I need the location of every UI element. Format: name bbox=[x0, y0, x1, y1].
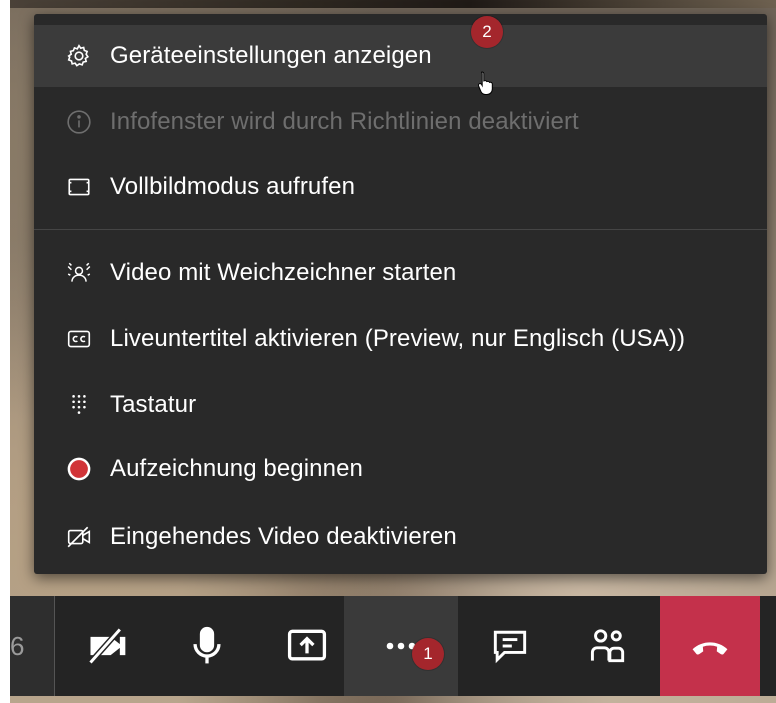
menu-item-info-pane: Infofenster wird durch Richtlinien deakt… bbox=[34, 91, 767, 153]
menu-item-label: Tastatur bbox=[110, 391, 197, 418]
menu-item-label: Eingehendes Video deaktivieren bbox=[110, 523, 457, 550]
menu-item-label: Aufzeichnung beginnen bbox=[110, 455, 363, 482]
camera-toggle-button[interactable] bbox=[57, 596, 157, 696]
more-options-menu: Geräteeinstellungen anzeigen Infofenster… bbox=[34, 14, 767, 574]
chat-icon bbox=[493, 630, 527, 664]
menu-item-turn-off-incoming-video[interactable]: Eingehendes Video deaktivieren bbox=[34, 506, 767, 568]
menu-item-label: Infofenster wird durch Richtlinien deakt… bbox=[110, 108, 579, 135]
participants-button[interactable] bbox=[558, 596, 658, 696]
menu-item-label: Liveuntertitel aktivieren (Preview, nur … bbox=[110, 325, 686, 352]
hand-cursor-icon bbox=[477, 71, 493, 95]
menu-item-label: Geräteeinstellungen anzeigen bbox=[110, 42, 432, 69]
video-off-icon bbox=[62, 520, 96, 554]
closed-captions-icon bbox=[62, 322, 96, 356]
call-timer-text: 6 bbox=[10, 630, 25, 661]
menu-item-dialpad[interactable]: Tastatur bbox=[34, 374, 767, 436]
share-screen-icon bbox=[287, 629, 327, 661]
menu-item-fullscreen[interactable]: Vollbildmodus aufrufen bbox=[34, 156, 767, 218]
menu-item-live-captions[interactable]: Liveuntertitel aktivieren (Preview, nur … bbox=[34, 308, 767, 370]
menu-item-start-recording[interactable]: Aufzeichnung beginnen bbox=[34, 438, 767, 500]
menu-item-device-settings[interactable]: Geräteeinstellungen anzeigen bbox=[34, 25, 767, 87]
toolbar-divider bbox=[54, 596, 55, 696]
call-timer-fragment: 6 bbox=[10, 596, 54, 696]
step-badge-1: 1 bbox=[412, 638, 444, 670]
blur-background-icon bbox=[62, 256, 96, 290]
record-icon bbox=[62, 452, 96, 486]
hang-up-icon bbox=[692, 642, 728, 655]
chat-button[interactable] bbox=[460, 596, 560, 696]
menu-item-blur-video[interactable]: Video mit Weichzeichner starten bbox=[34, 242, 767, 304]
microphone-toggle-button[interactable] bbox=[157, 596, 257, 696]
camera-off-icon bbox=[88, 627, 126, 665]
menu-item-label: Video mit Weichzeichner starten bbox=[110, 259, 457, 286]
window-edge bbox=[0, 0, 10, 703]
step-badge-2: 2 bbox=[471, 16, 503, 48]
dialpad-icon bbox=[62, 388, 96, 422]
participants-icon bbox=[590, 629, 625, 663]
fullscreen-icon bbox=[62, 170, 96, 204]
microphone-icon bbox=[193, 626, 221, 664]
info-icon bbox=[62, 105, 96, 139]
gear-icon bbox=[62, 39, 96, 73]
hang-up-button[interactable] bbox=[660, 596, 760, 696]
menu-divider bbox=[34, 229, 767, 230]
share-screen-button[interactable] bbox=[257, 596, 357, 696]
menu-item-label: Vollbildmodus aufrufen bbox=[110, 173, 356, 200]
